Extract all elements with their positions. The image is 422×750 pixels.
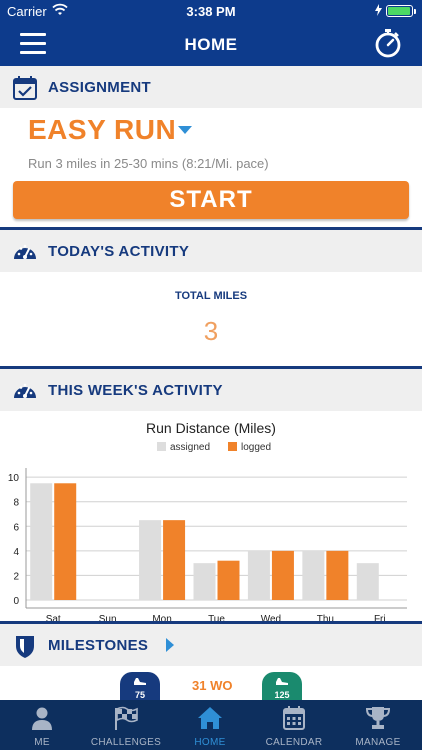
- milestone-badge-right-value: 125: [274, 690, 290, 700]
- run-distance-chart: Run Distance (Miles) assigned logged 0 2 4 6 8 1…: [8, 420, 407, 621]
- status-bar: Carrier 3:38 PM: [0, 0, 422, 22]
- trophy-icon: [365, 707, 391, 729]
- tab-me[interactable]: ME: [0, 700, 84, 750]
- x-tick-label: Sat: [46, 614, 61, 621]
- assignment-header-label: ASSIGNMENT: [48, 79, 152, 96]
- battery-icon: [386, 5, 416, 17]
- tab-home[interactable]: HOME: [168, 700, 252, 750]
- y-tick-label: 0: [13, 596, 19, 607]
- chart-title: Run Distance (Miles): [146, 420, 276, 436]
- charging-icon: [375, 4, 382, 16]
- bar-assigned-mon: [139, 520, 162, 600]
- person-icon: [32, 707, 52, 730]
- status-time: 3:38 PM: [186, 4, 236, 19]
- x-tick-label: Thu: [317, 614, 334, 621]
- x-tick-label: Mon: [152, 614, 171, 621]
- week-header-label: THIS WEEK'S ACTIVITY: [48, 382, 223, 399]
- tab-label: ME: [34, 737, 50, 748]
- tab-bar: ME CHALLENGES HOME CALENDAR MANAGE: [0, 700, 422, 750]
- bar-assigned-wed: [247, 550, 270, 600]
- tab-challenges[interactable]: CHALLENGES: [84, 700, 168, 750]
- y-tick-label: 6: [13, 522, 19, 533]
- bar-assigned-tue: [193, 563, 216, 600]
- legend-label-assigned: assigned: [170, 442, 210, 453]
- tab-label: CALENDAR: [265, 737, 323, 748]
- assignment-name[interactable]: EASY RUN: [28, 114, 176, 146]
- shoe-icon: [134, 678, 146, 685]
- y-tick-label: 4: [13, 547, 19, 558]
- page-title: HOME: [184, 35, 238, 54]
- y-tick-label: 2: [13, 571, 19, 582]
- total-miles-label: TOTAL MILES: [174, 290, 248, 302]
- week-header: THIS WEEK'S ACTIVITY: [0, 369, 422, 411]
- nav-bar: HOME: [0, 22, 422, 66]
- legend-swatch-assigned: [157, 442, 166, 451]
- shoe-icon: [276, 678, 288, 685]
- milestone-badge-left-value: 75: [134, 690, 145, 700]
- x-tick-label: Wed: [261, 614, 281, 621]
- bar-logged-sat: [54, 483, 77, 600]
- chevron-right-icon[interactable]: [166, 638, 174, 652]
- today-header-label: TODAY'S ACTIVITY: [48, 243, 190, 260]
- calendar-icon: [283, 706, 305, 730]
- x-tick-label: Sun: [99, 614, 117, 621]
- bar-logged-tue: [217, 560, 240, 600]
- speedometer-icon: [14, 383, 36, 398]
- assignment-description: Run 3 miles in 25-30 mins (8:21/Mi. pace…: [28, 156, 269, 171]
- bar-assigned-sat: [30, 483, 53, 600]
- bar-logged-mon: [163, 520, 186, 600]
- bar-assigned-fri: [356, 563, 379, 600]
- legend-swatch-logged: [228, 442, 237, 451]
- tab-manage[interactable]: MANAGE: [336, 700, 420, 750]
- stopwatch-icon[interactable]: [372, 27, 404, 59]
- x-tick-label: Tue: [208, 614, 225, 621]
- battery-fill: [388, 7, 410, 15]
- y-tick-label: 8: [13, 498, 19, 509]
- bar-logged-thu: [326, 550, 349, 600]
- x-tick-label: Fri: [374, 614, 386, 621]
- speedometer-icon: [14, 244, 36, 259]
- assignment-header: ASSIGNMENT: [0, 66, 422, 108]
- bar-logged-wed: [271, 550, 294, 600]
- tab-label: CHALLENGES: [90, 737, 162, 748]
- tab-calendar[interactable]: CALENDAR: [252, 700, 336, 750]
- battery-nub: [414, 9, 416, 14]
- milestone-workouts: 31 WO: [192, 678, 233, 693]
- tab-label: HOME: [194, 737, 226, 748]
- checkered-flag-icon: [115, 706, 138, 730]
- house-icon: [198, 707, 222, 729]
- today-header: TODAY'S ACTIVITY: [0, 230, 422, 272]
- y-tick-label: 10: [8, 473, 20, 484]
- total-miles-value: 3: [203, 316, 219, 346]
- start-button[interactable]: START: [13, 181, 409, 219]
- shield-icon: [16, 636, 34, 658]
- tab-label: MANAGE: [355, 737, 401, 748]
- milestones-header: MILESTONES: [0, 624, 422, 666]
- calendar-check-icon: [13, 76, 37, 100]
- dropdown-caret-icon[interactable]: [178, 126, 192, 134]
- legend-label-logged: logged: [241, 442, 271, 453]
- milestones-header-label: MILESTONES: [48, 637, 149, 654]
- bar-assigned-thu: [302, 550, 325, 600]
